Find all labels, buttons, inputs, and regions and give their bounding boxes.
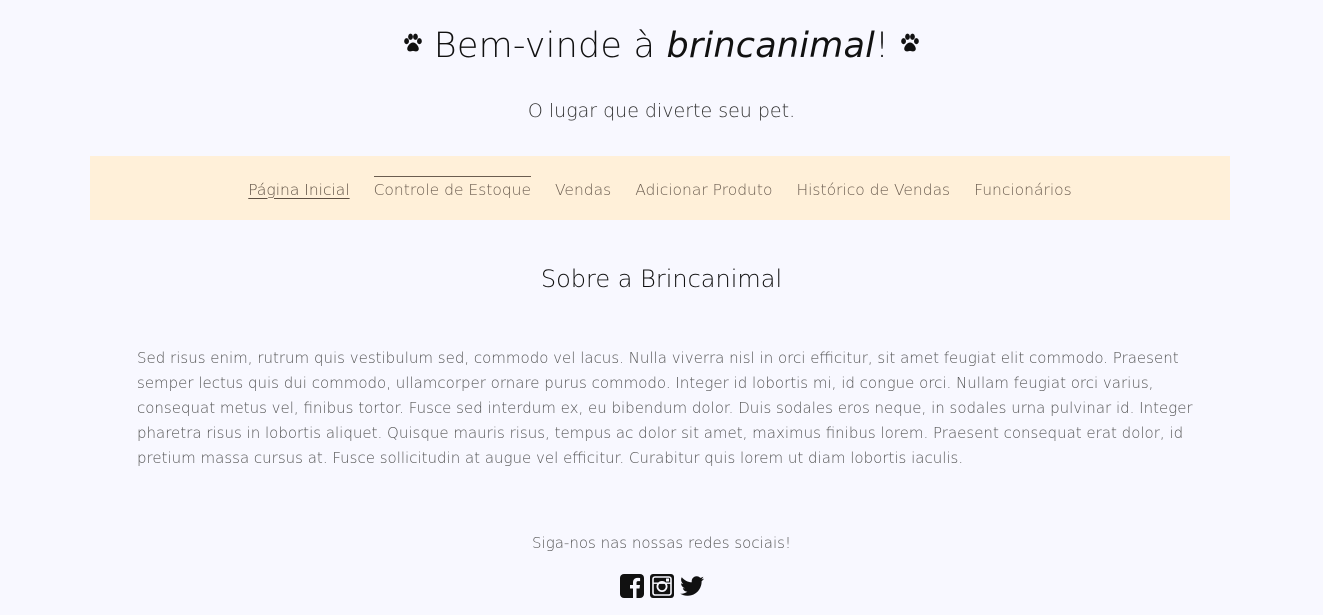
about-text: Sed risus enim, rutrum quis vestibulum s… — [137, 349, 1193, 467]
nav-item-adicionar-produto[interactable]: Adicionar Produto — [635, 176, 772, 201]
paw-icon — [403, 33, 422, 52]
paw-icon — [901, 33, 920, 52]
social-icons — [0, 573, 1323, 599]
section-title: Sobre a Brincanimal — [540, 265, 783, 293]
main-nav: Página Inicial Controle de Estoque Venda… — [90, 156, 1230, 220]
title-prefix: Bem-vinde à — [433, 26, 667, 66]
site-title: Bem-vinde à brincanimal! — [0, 22, 1323, 70]
title-brand: brincanimal — [666, 26, 876, 66]
facebook-icon[interactable] — [619, 573, 645, 599]
nav-item-vendas[interactable]: Vendas — [555, 176, 611, 201]
page: Bem-vinde à brincanimal! O lugar que div… — [0, 0, 1323, 615]
title-suffix: ! — [875, 26, 890, 66]
twitter-icon[interactable] — [679, 573, 705, 599]
nav-item-historico-de-vendas[interactable]: Histórico de Vendas — [796, 176, 950, 201]
tagline: O lugar que diverte seu pet. — [527, 100, 796, 122]
social-label: Siga-nos nas nossas redes sociais! — [532, 534, 791, 552]
nav-item-pagina-inicial[interactable]: Página Inicial — [248, 176, 349, 201]
nav-item-funcionarios[interactable]: Funcionários — [974, 176, 1072, 201]
nav-item-controle-de-estoque[interactable]: Controle de Estoque — [373, 175, 532, 201]
instagram-icon[interactable] — [649, 573, 675, 599]
